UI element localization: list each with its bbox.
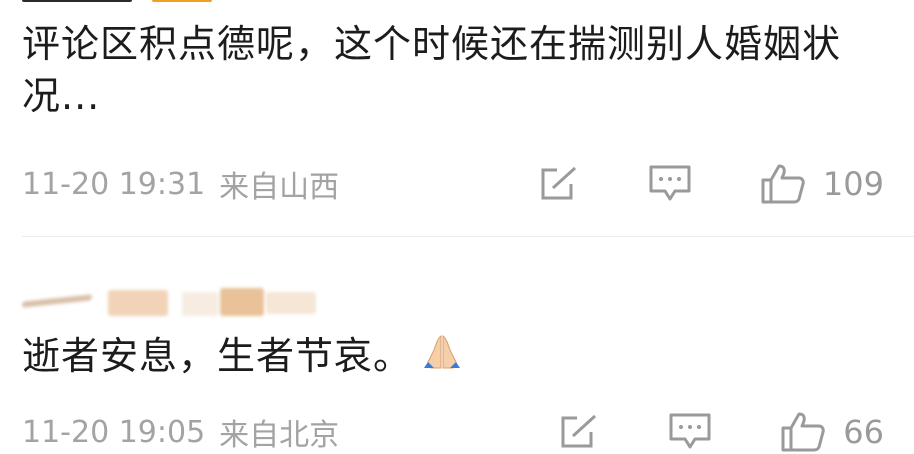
comment-icon: [649, 165, 691, 201]
comment-time: 11-20 19:31: [22, 166, 206, 202]
like-button[interactable]: 109: [761, 164, 884, 204]
share-icon: [541, 166, 576, 200]
previous-username-fragment: [22, 0, 262, 8]
comment-location: 来自山西: [219, 170, 340, 205]
like-count: 66: [843, 413, 884, 451]
share-icon: [561, 414, 597, 448]
comment-actions: 66: [559, 412, 884, 452]
share-button[interactable]: [539, 166, 579, 202]
like-icon: [761, 164, 805, 204]
like-count: 109: [822, 165, 884, 203]
comment-location: 来自北京: [219, 418, 340, 453]
like-button[interactable]: 66: [781, 412, 884, 452]
reply-button[interactable]: [669, 413, 711, 451]
username-blurred[interactable]: [22, 284, 322, 320]
share-button[interactable]: [559, 414, 599, 450]
comment-actions: 109: [539, 164, 884, 204]
divider: [22, 236, 914, 237]
comment-text: 评论区积点德呢，这个时候还在揣测别人婚姻状况...: [22, 22, 842, 118]
comment-icon: [669, 413, 711, 449]
comment-meta: 11-20 19:05 来自北京 66: [22, 412, 884, 453]
folded-hands-emoji: [422, 332, 462, 385]
comment-time: 11-20 19:05: [22, 414, 206, 450]
comment-text-content: 逝者安息，生者节哀。: [22, 334, 413, 378]
reply-button[interactable]: [649, 165, 691, 203]
comment-text: 逝者安息，生者节哀。: [22, 330, 462, 385]
comment-meta: 11-20 19:31 来自山西 109: [22, 164, 884, 205]
like-icon: [781, 412, 826, 452]
